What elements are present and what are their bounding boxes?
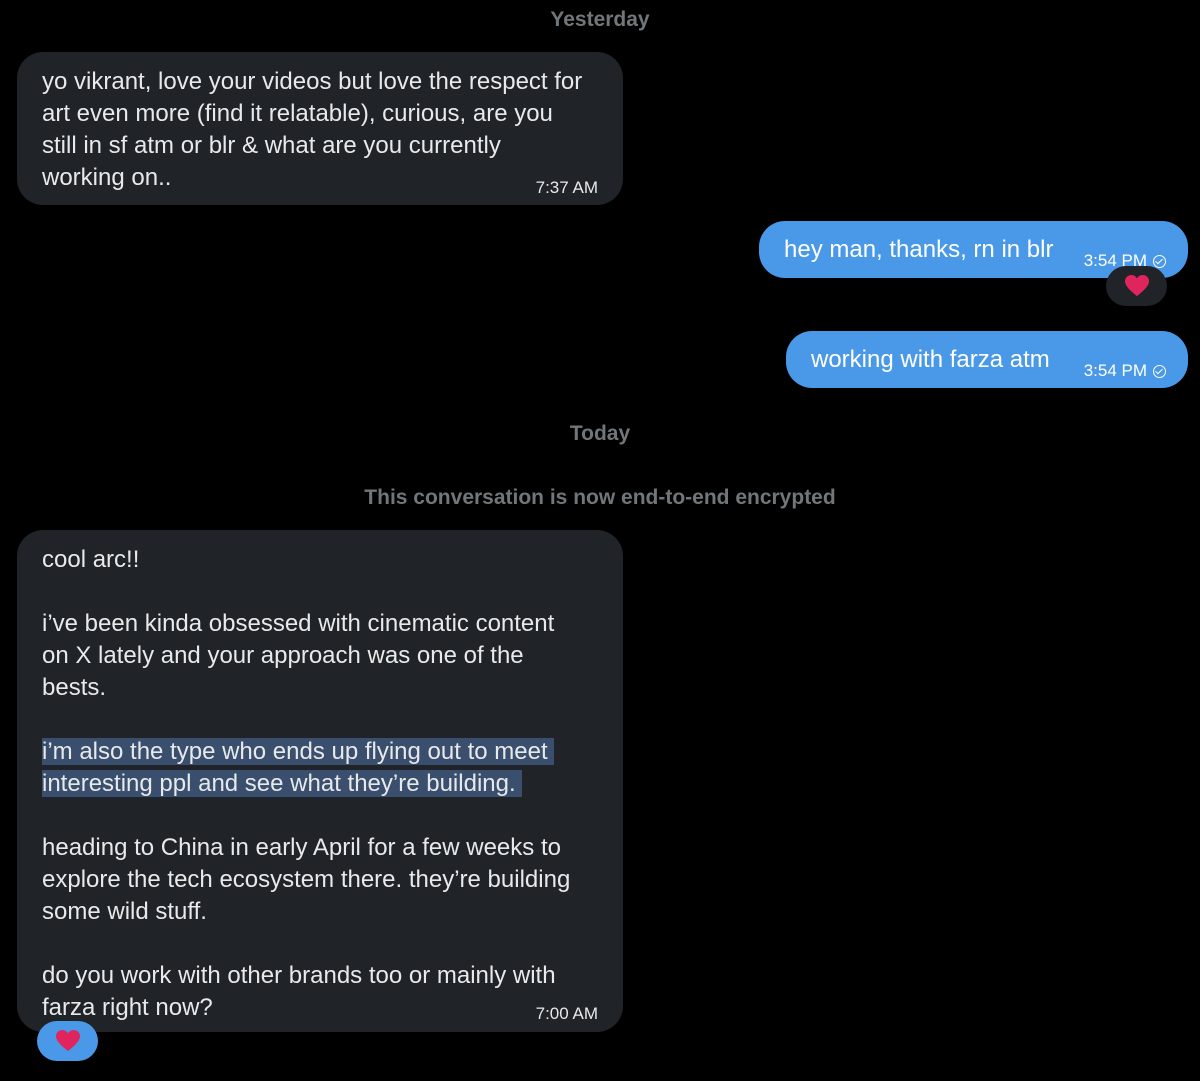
date-divider-yesterday: Yesterday — [550, 8, 650, 31]
message-text: working with farza atm — [811, 346, 1050, 373]
message-paragraph: i’ve been kinda obsessed with cinematic … — [42, 610, 555, 701]
message-paragraph: heading to China in early April for a fe… — [42, 834, 571, 925]
heart-icon — [55, 1030, 80, 1051]
received-message[interactable]: yo vikrant, love your videos but love th… — [17, 52, 623, 205]
read-check-icon — [1153, 255, 1166, 268]
reaction-heart[interactable] — [1106, 266, 1167, 306]
received-message[interactable]: cool arc!! i’ve been kinda obsessed with… — [17, 530, 623, 1032]
message-text: yo vikrant, love your videos but love th… — [42, 68, 583, 191]
sent-message[interactable]: working with farza atm 3:54 PM — [786, 331, 1188, 388]
reaction-heart[interactable] — [37, 1021, 98, 1061]
message-timestamp: 7:00 AM — [535, 1004, 598, 1023]
message-timestamp: 7:37 AM — [535, 178, 598, 197]
message-text: hey man, thanks, rn in blr — [784, 236, 1054, 263]
text-selection-highlight: interesting ppl and see what they’re bui… — [42, 770, 523, 797]
read-check-icon — [1153, 365, 1166, 378]
text-selection-highlight: i’m also the type who ends up flying out… — [42, 738, 555, 765]
heart-icon — [1124, 275, 1149, 296]
message-body: cool arc!! i’ve been kinda obsessed with… — [42, 544, 602, 1024]
message-meta: 3:54 PM — [1084, 355, 1166, 387]
message-timestamp: 3:54 PM — [1083, 361, 1147, 380]
message-paragraph: do you work with other brands too or mai… — [42, 962, 556, 1021]
date-divider-today: Today — [569, 422, 631, 445]
encryption-notice: This conversation is now end-to-end encr… — [364, 486, 836, 509]
message-paragraph: cool arc!! — [42, 546, 140, 573]
highlighted-paragraph: i’m also the type who ends up flying out… — [42, 736, 602, 800]
